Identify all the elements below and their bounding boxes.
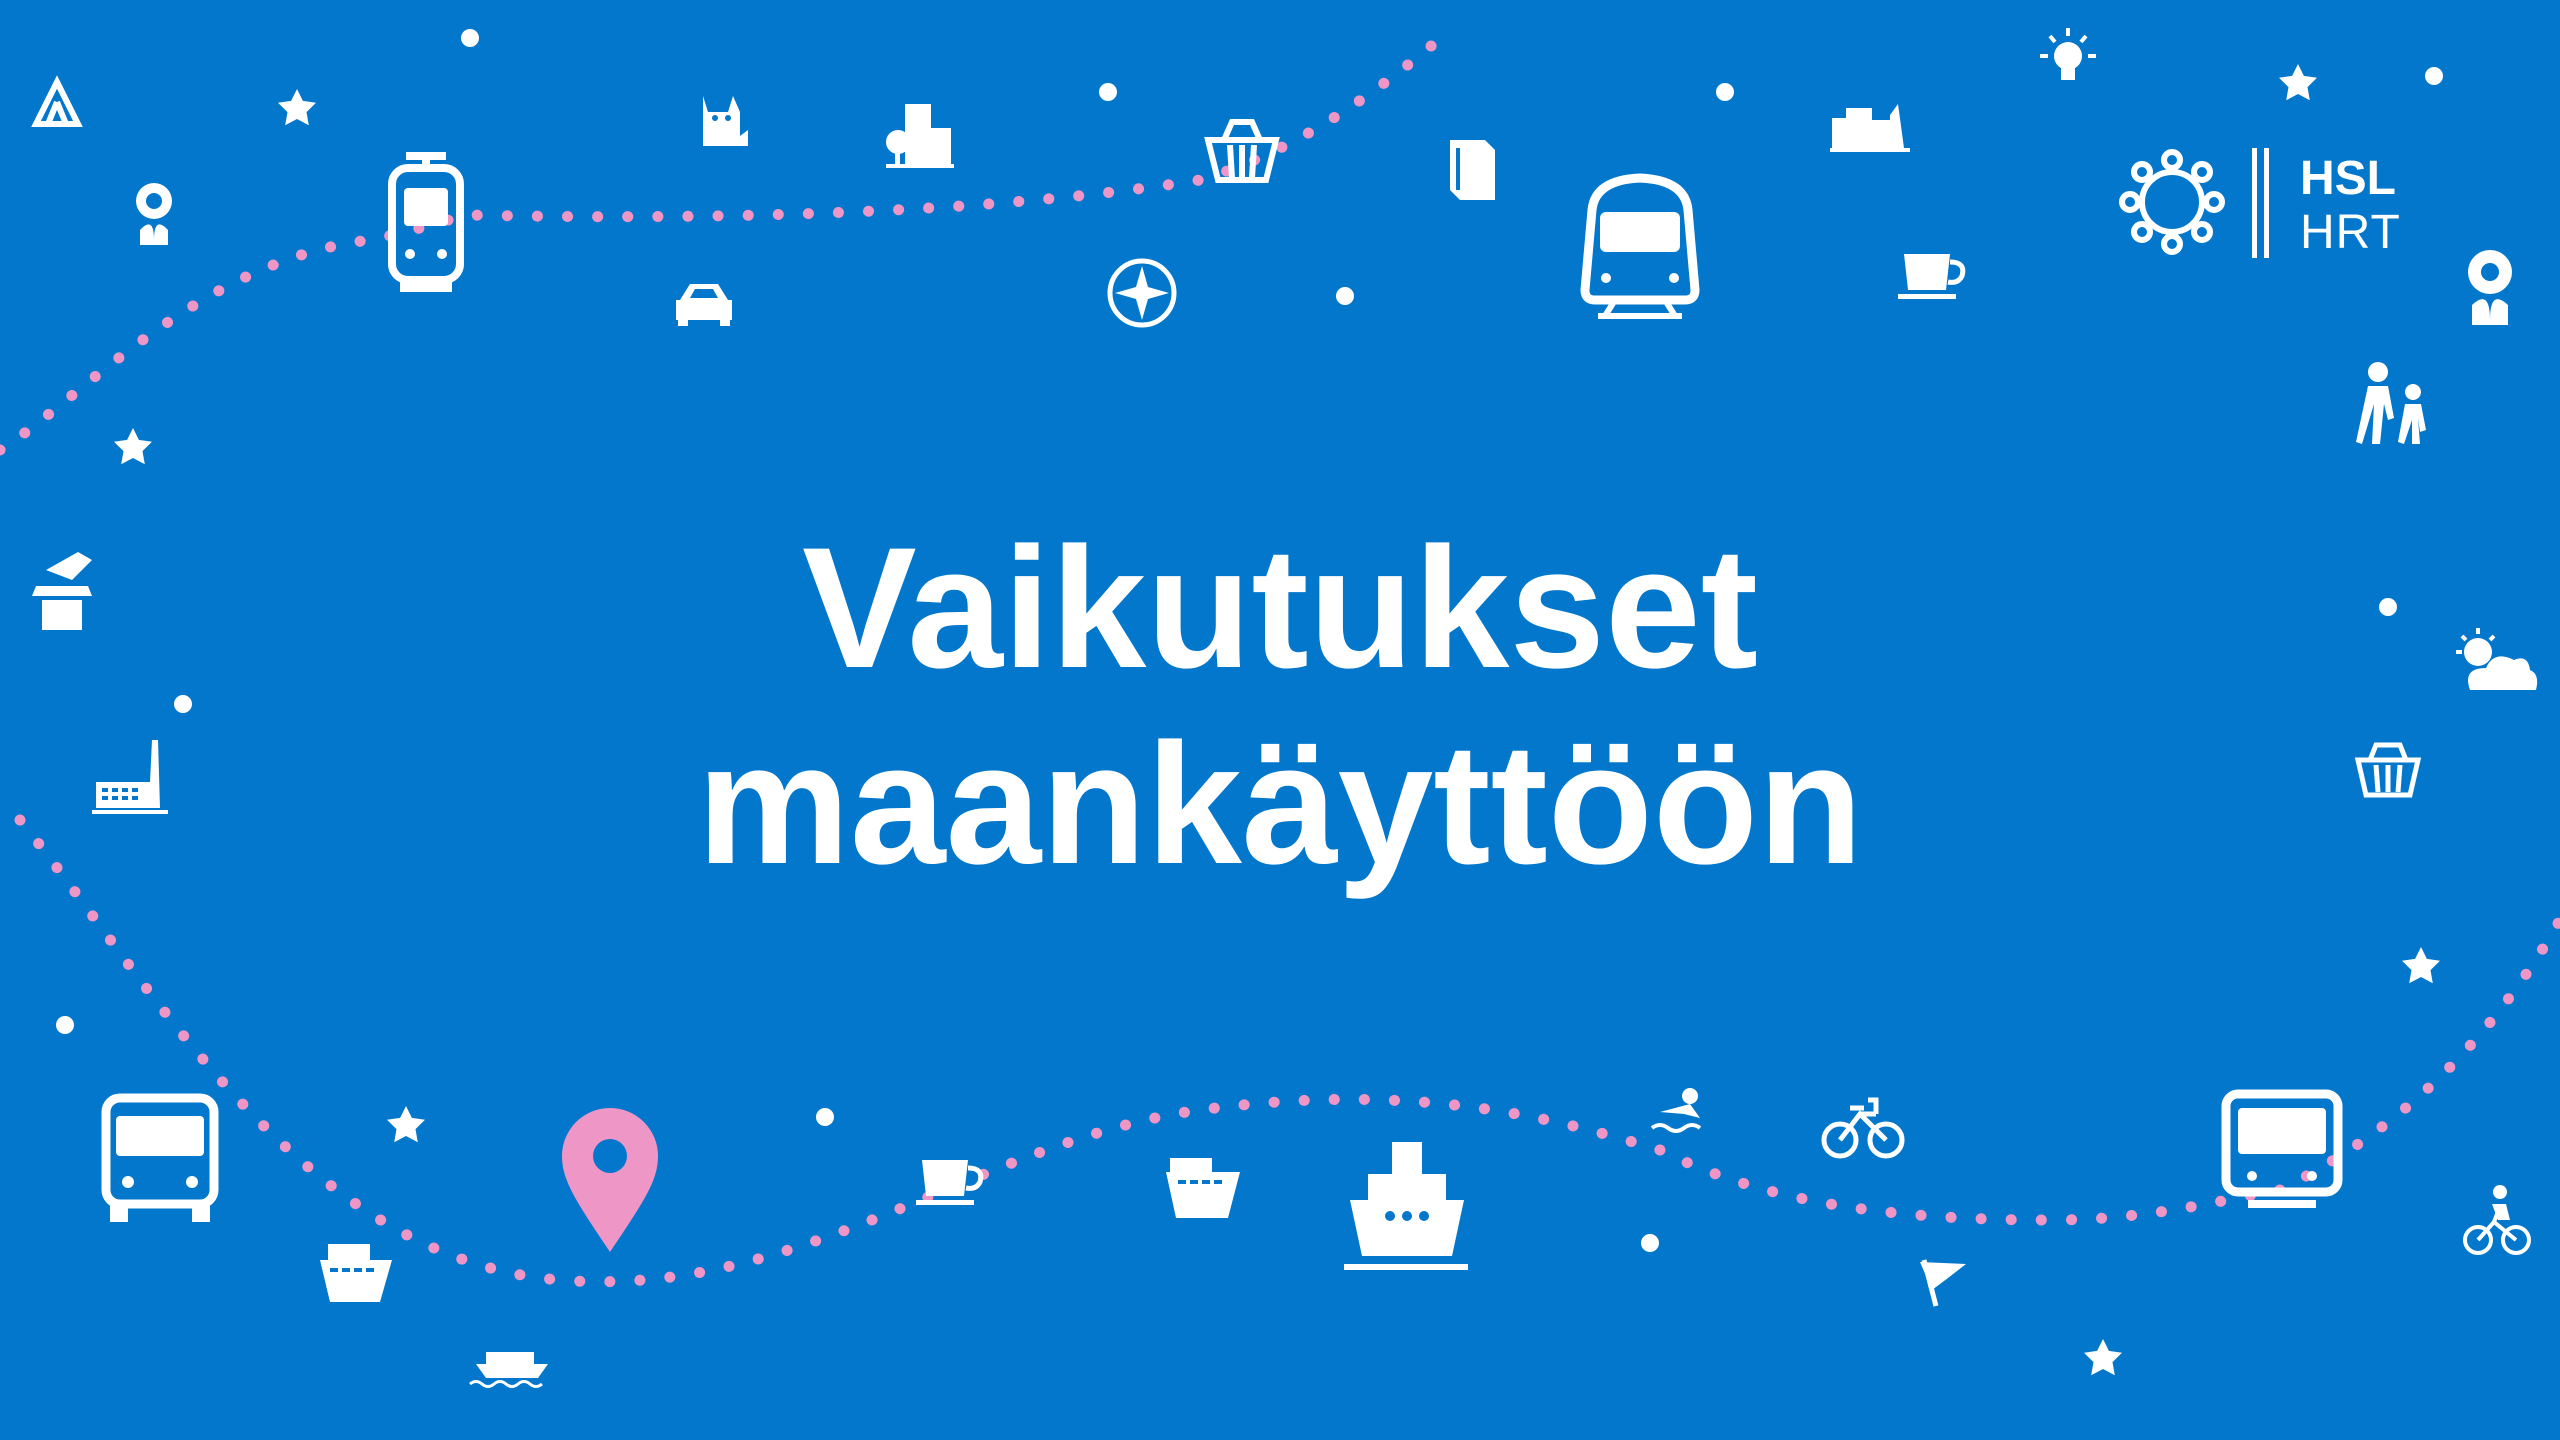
ferry-icon — [320, 1244, 392, 1302]
train-icon — [1580, 173, 1700, 319]
coffee-cup-icon — [1898, 254, 1966, 299]
flag-icon — [1920, 1259, 1966, 1307]
bus-icon — [101, 1093, 219, 1222]
logo-line1: HSL — [2300, 152, 2396, 205]
location-pin-icon — [562, 1108, 658, 1252]
slide-title: Vaikutukset maankäyttöön — [0, 510, 2560, 902]
city-bike-icon — [1821, 1097, 1905, 1159]
tent-icon — [31, 75, 83, 127]
walking-people-icon — [2356, 362, 2426, 444]
ferry-icon — [1166, 1158, 1240, 1218]
book-icon — [1450, 140, 1495, 200]
title-line2: maankäyttöön — [696, 708, 1864, 900]
city-buildings-icon — [886, 104, 954, 168]
ship-icon — [1344, 1142, 1468, 1270]
flower-icon — [2468, 250, 2512, 325]
shopping-basket-icon — [1204, 119, 1280, 183]
logo-line2: HRT — [2300, 206, 2401, 259]
dotted-route-top — [0, 24, 1456, 456]
slide: HSL HRT Vaikutukset maankäyttöön — [0, 0, 2560, 1440]
boat-icon — [469, 1352, 548, 1388]
metro-icon — [2221, 1089, 2343, 1208]
hsl-logo-text: HSL HRT — [2300, 152, 2401, 260]
cyclist-icon — [2463, 1185, 2531, 1255]
compass-icon — [1107, 258, 1177, 328]
cat-icon — [703, 96, 748, 146]
lightbulb-icon — [2040, 28, 2096, 80]
car-icon — [676, 284, 732, 326]
title-line1: Vaikutukset — [802, 512, 1758, 704]
flower-icon — [136, 183, 172, 245]
factory-buildings-icon — [1830, 104, 1910, 152]
swimmer-icon — [1650, 1088, 1702, 1133]
